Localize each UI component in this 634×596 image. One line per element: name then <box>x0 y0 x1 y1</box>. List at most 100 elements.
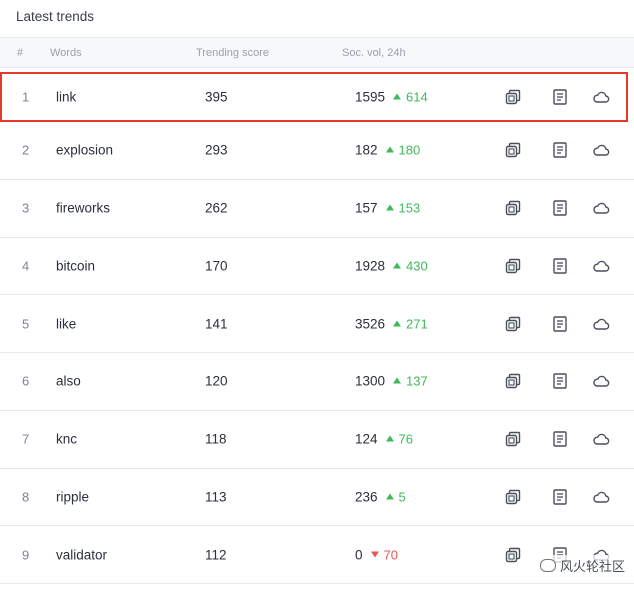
volume-change-value: 271 <box>406 316 428 332</box>
col-header-score[interactable]: Trending score <box>196 47 269 59</box>
cloud-icon[interactable] <box>592 141 610 159</box>
row-trending-score: 293 <box>205 142 228 158</box>
volume-change-value: 153 <box>398 200 421 216</box>
document-icon[interactable] <box>551 430 569 448</box>
row-trending-score: 112 <box>205 547 227 563</box>
table-row[interactable]: 2 explosion 293 182 180 <box>0 122 634 180</box>
volume-change-value: 137 <box>406 373 428 389</box>
document-icon[interactable] <box>551 315 569 333</box>
row-word[interactable]: validator <box>56 547 107 562</box>
row-word[interactable]: bitcoin <box>56 258 95 273</box>
cloud-icon[interactable] <box>592 88 610 106</box>
row-social-volume: 0 70 <box>355 547 398 562</box>
row-trending-score: 141 <box>205 316 228 332</box>
cloud-icon[interactable] <box>592 372 610 390</box>
document-icon[interactable] <box>551 141 569 159</box>
col-header-words[interactable]: Words <box>50 47 82 59</box>
arrow-up-icon <box>393 93 402 100</box>
row-trending-score: 120 <box>205 373 228 389</box>
volume-change: 5 <box>385 489 406 505</box>
col-header-vol[interactable]: Soc. vol, 24h <box>342 47 406 59</box>
row-social-volume: 182 180 <box>355 143 420 158</box>
row-word[interactable]: also <box>56 374 81 389</box>
table-row[interactable]: 3 fireworks 262 157 153 <box>0 180 634 238</box>
social-volume-value: 3526 <box>355 316 386 332</box>
copy-icon[interactable] <box>504 199 522 217</box>
volume-change: 137 <box>393 374 428 389</box>
row-word[interactable]: explosion <box>56 143 113 158</box>
volume-change-value: 430 <box>406 258 428 274</box>
arrow-up-icon <box>385 204 394 211</box>
row-social-volume: 1928 430 <box>355 258 428 273</box>
arrow-up-icon <box>393 262 402 269</box>
social-volume-value: 1595 <box>355 89 386 105</box>
row-trending-score: 170 <box>205 258 228 274</box>
row-trending-score: 395 <box>205 89 228 105</box>
volume-change: 70 <box>370 547 398 562</box>
row-word[interactable]: ripple <box>56 489 89 504</box>
table-row[interactable]: 7 knc 118 124 76 <box>0 411 634 469</box>
row-rank: 3 <box>22 200 30 216</box>
document-icon[interactable] <box>551 257 569 275</box>
cloud-icon[interactable] <box>592 430 610 448</box>
table-row[interactable]: 4 bitcoin 170 1928 430 <box>0 238 634 296</box>
volume-change-value: 76 <box>398 431 413 447</box>
social-volume-value: 1928 <box>355 258 386 274</box>
row-social-volume: 236 5 <box>355 489 406 504</box>
arrow-up-icon <box>385 435 394 442</box>
document-icon[interactable] <box>551 488 569 506</box>
table-row[interactable]: 5 like 141 3526 271 <box>0 295 634 353</box>
copy-icon[interactable] <box>504 257 522 275</box>
volume-change: 430 <box>393 258 428 273</box>
social-volume-value: 0 <box>355 547 363 563</box>
social-volume-value: 157 <box>355 200 378 216</box>
row-word[interactable]: like <box>56 316 76 331</box>
copy-icon[interactable] <box>504 88 522 106</box>
social-volume-value: 1300 <box>355 373 386 389</box>
watermark-text: 风火轮社区 <box>559 559 625 574</box>
table-row[interactable]: 1 link 395 1595 614 <box>0 72 628 122</box>
volume-change: 614 <box>393 90 428 105</box>
volume-change: 76 <box>385 431 413 447</box>
volume-change: 153 <box>385 200 421 216</box>
row-trending-score: 118 <box>205 431 227 447</box>
row-rank: 9 <box>22 547 30 563</box>
table-row[interactable]: 8 ripple 113 236 5 <box>0 469 634 527</box>
row-rank: 1 <box>22 89 30 105</box>
social-volume-value: 124 <box>355 431 378 447</box>
row-word[interactable]: link <box>56 90 76 105</box>
arrow-up-icon <box>385 493 394 500</box>
volume-change-value: 180 <box>398 142 421 158</box>
document-icon[interactable] <box>551 372 569 390</box>
cloud-icon[interactable] <box>592 488 610 506</box>
copy-icon[interactable] <box>504 372 522 390</box>
volume-change-value: 5 <box>398 489 406 505</box>
row-social-volume: 1300 137 <box>355 374 428 389</box>
copy-icon[interactable] <box>504 141 522 159</box>
copy-icon[interactable] <box>504 488 522 506</box>
row-rank: 2 <box>22 142 30 158</box>
document-icon[interactable] <box>551 88 569 106</box>
panel-title: Latest trends <box>16 9 95 24</box>
row-trending-score: 262 <box>205 200 228 216</box>
copy-icon[interactable] <box>504 546 522 564</box>
row-rank: 7 <box>22 431 30 447</box>
table-row[interactable]: 6 also 120 1300 137 <box>0 353 634 411</box>
social-volume-value: 182 <box>355 142 378 158</box>
copy-icon[interactable] <box>504 315 522 333</box>
arrow-up-icon <box>385 146 394 153</box>
chat-icon <box>539 559 556 572</box>
arrow-up-icon <box>393 377 402 384</box>
cloud-icon[interactable] <box>592 199 610 217</box>
document-icon[interactable] <box>551 199 569 217</box>
cloud-icon[interactable] <box>592 257 610 275</box>
row-word[interactable]: knc <box>56 432 77 447</box>
row-social-volume: 157 153 <box>355 201 420 216</box>
row-rank: 4 <box>22 258 30 274</box>
social-volume-value: 236 <box>355 489 378 505</box>
panel-header: Latest trends <box>0 0 634 38</box>
copy-icon[interactable] <box>504 430 522 448</box>
cloud-icon[interactable] <box>592 315 610 333</box>
row-word[interactable]: fireworks <box>56 201 110 216</box>
volume-change: 180 <box>385 142 421 158</box>
